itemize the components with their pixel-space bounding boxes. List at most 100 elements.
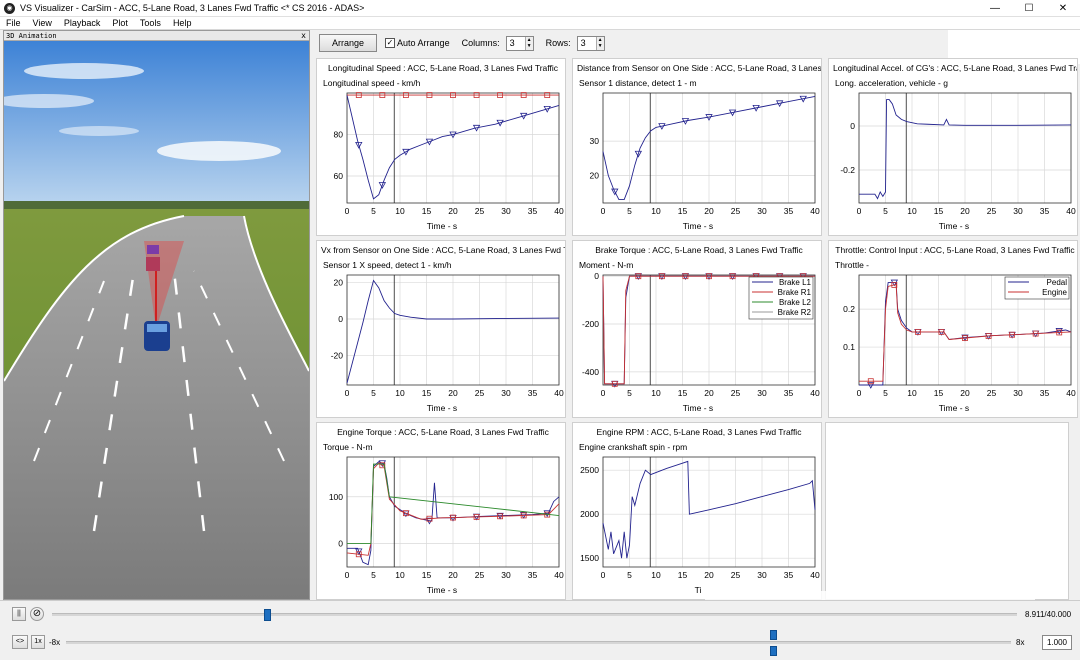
plot-panel[interactable]: 0 5 10 15 20 25 30 35 40 0 100 Engine Torque : ACC,… xyxy=(316,422,566,600)
plot-xlabel: Time - s xyxy=(426,221,458,231)
x-tick-label: 10 xyxy=(651,206,661,216)
plot-panel[interactable]: 0 5 10 15 20 25 30 35 40 60 80 Longitudinal Speed :… xyxy=(316,58,566,236)
menu-plot[interactable]: Plot xyxy=(106,18,134,28)
speed-slider-track[interactable] xyxy=(66,641,1011,644)
empty-plot-cell xyxy=(825,422,1069,600)
auto-arrange-label: Auto Arrange xyxy=(397,38,450,48)
menu-help[interactable]: Help xyxy=(167,18,198,28)
maximize-button[interactable]: ☐ xyxy=(1012,0,1046,17)
spinner-arrows-icon[interactable]: ▲ ▼ xyxy=(595,36,604,50)
plot-title: Distance from Sensor on One Side : ACC, … xyxy=(577,63,822,73)
x-tick-label: 0 xyxy=(857,206,862,216)
no-loop-icon[interactable]: ⊘ xyxy=(30,607,44,621)
x-tick-label: 20 xyxy=(960,206,970,216)
plot-panel[interactable]: 0 5 10 15 20 25 30 35 40 20 30 Distance from Sensor… xyxy=(572,58,822,236)
columns-value[interactable]: 3 xyxy=(507,37,525,50)
x-tick-label: 0 xyxy=(345,570,350,580)
x-tick-label: 35 xyxy=(528,570,538,580)
rows-spinner[interactable]: 3 ▲ ▼ xyxy=(576,35,605,51)
animation-header: 3D Animation x xyxy=(4,31,309,41)
plot-panel[interactable]: 0 5 10 15 20 25 30 35 40 1500 2000 2500 Engine RPM :… xyxy=(572,422,822,600)
x-tick-label: 30 xyxy=(757,206,767,216)
menu-file[interactable]: File xyxy=(0,18,27,28)
x-tick-label: 35 xyxy=(1040,206,1050,216)
speed-max-label: 8x xyxy=(1016,638,1025,647)
x-tick-label: 20 xyxy=(704,388,714,398)
plot-ylabel: Sensor 1 distance, detect 1 - m xyxy=(579,78,697,88)
x-tick-label: 10 xyxy=(907,206,917,216)
x-tick-label: 5 xyxy=(627,206,632,216)
speed-input[interactable]: 1.000 xyxy=(1042,635,1072,650)
x-tick-label: 10 xyxy=(651,388,661,398)
time-slider-track[interactable] xyxy=(52,613,1017,616)
x-tick-label: 15 xyxy=(678,206,688,216)
time-slider-thumb[interactable] xyxy=(264,609,271,621)
x-tick-label: 20 xyxy=(448,206,458,216)
x-tick-label: 35 xyxy=(784,388,794,398)
menu-view[interactable]: View xyxy=(27,18,58,28)
window-title: VS Visualizer - CarSim - ACC, 5-Lane Roa… xyxy=(20,3,365,13)
x-tick-label: 10 xyxy=(395,570,405,580)
x-tick-label: 30 xyxy=(501,206,511,216)
x-tick-label: 25 xyxy=(475,570,485,580)
plot-ylabel: Engine crankshaft spin - rpm xyxy=(579,442,688,452)
spinner-arrows-icon[interactable]: ▲ ▼ xyxy=(524,36,533,50)
plot-panel[interactable]: 0 5 10 15 20 25 30 35 40 -400 -200 0 Brake L1 Brake R… xyxy=(572,240,822,418)
minimize-button[interactable]: — xyxy=(978,0,1012,17)
x-tick-label: 40 xyxy=(1066,388,1076,398)
y-tick-label: 0 xyxy=(338,539,343,549)
y-tick-label: 100 xyxy=(329,492,343,502)
speed-slider-thumb[interactable] xyxy=(770,630,777,640)
plot-title: Brake Torque : ACC, 5-Lane Road, 3 Lanes… xyxy=(595,245,803,255)
menu-playback[interactable]: Playback xyxy=(58,18,107,28)
plot-ylabel: Long. acceleration, vehicle - g xyxy=(835,78,948,88)
arrange-button[interactable]: Arrange xyxy=(319,34,378,52)
x-tick-label: 10 xyxy=(395,388,405,398)
x-tick-label: 40 xyxy=(810,206,820,216)
menu-bar: File View Playback Plot Tools Help xyxy=(0,17,1080,30)
plot-panel[interactable]: 0 5 10 15 20 25 30 35 40 -20 0 20 Vx from Sensor on … xyxy=(316,240,566,418)
x-tick-label: 35 xyxy=(1040,388,1050,398)
x-tick-label: 25 xyxy=(475,388,485,398)
animation-panel: 3D Animation x xyxy=(3,30,310,600)
menu-tools[interactable]: Tools xyxy=(134,18,167,28)
y-tick-label: 0 xyxy=(850,121,855,131)
animation-title: 3D Animation xyxy=(6,32,57,40)
columns-spinner[interactable]: 3 ▲ ▼ xyxy=(505,35,534,51)
plot-ylabel: Longitudinal speed - km/h xyxy=(323,78,421,88)
x-tick-label: 30 xyxy=(757,388,767,398)
x-tick-label: 0 xyxy=(857,388,862,398)
auto-arrange-option[interactable]: ✓ Auto Arrange xyxy=(385,38,450,48)
plot-title: Longitudinal Accel. of CG's : ACC, 5-Lan… xyxy=(833,63,1078,73)
plot-panel[interactable]: 0 5 10 15 20 25 30 35 40 -0.2 0 Longitudinal Accel.… xyxy=(828,58,1078,236)
y-tick-label: 0.1 xyxy=(843,342,855,352)
animation-viewport[interactable] xyxy=(4,41,309,599)
plot-panel[interactable]: 0 5 10 15 20 25 30 35 40 0.1 0.2 Pedal Engine Throttl… xyxy=(828,240,1078,418)
speed-1x-button[interactable]: 1x xyxy=(31,635,45,649)
legend-label: Engine xyxy=(1042,288,1067,297)
x-tick-label: 5 xyxy=(883,206,888,216)
rewind-button[interactable]: <> xyxy=(12,635,28,649)
x-tick-label: 0 xyxy=(345,388,350,398)
rows-value[interactable]: 3 xyxy=(578,37,596,50)
x-tick-label: 10 xyxy=(651,570,661,580)
plot-xlabel: Time - s xyxy=(426,585,458,595)
y-tick-label: -0.2 xyxy=(840,165,855,175)
plot-ylabel: Throttle - xyxy=(835,260,870,270)
speed-slider-thumb-lower[interactable] xyxy=(770,646,777,656)
animation-close-icon[interactable]: x xyxy=(301,31,306,41)
x-tick-label: 40 xyxy=(810,388,820,398)
x-tick-label: 30 xyxy=(501,570,511,580)
close-button[interactable]: ✕ xyxy=(1046,0,1080,17)
x-tick-label: 20 xyxy=(448,570,458,580)
y-tick-label: 80 xyxy=(334,130,344,140)
playback-bar: || ⊘ 8.911/40.000 <> 1x -8x 8x 1.000 xyxy=(0,600,1080,660)
x-tick-label: 0 xyxy=(345,206,350,216)
pause-button[interactable]: || xyxy=(12,607,26,621)
rows-label: Rows: xyxy=(545,38,571,48)
x-tick-label: 20 xyxy=(960,388,970,398)
x-tick-label: 35 xyxy=(784,570,794,580)
auto-arrange-checkbox[interactable]: ✓ xyxy=(385,38,396,48)
x-tick-label: 25 xyxy=(731,206,741,216)
plot-xlabel: Time - s xyxy=(938,221,970,231)
